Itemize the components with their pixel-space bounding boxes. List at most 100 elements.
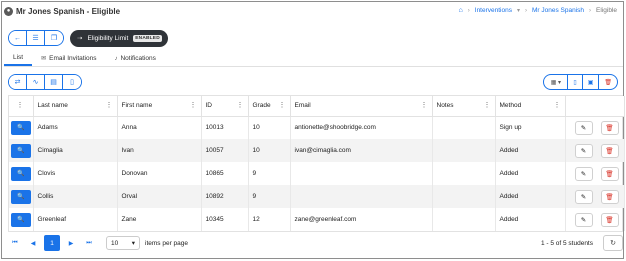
tab-label: Email Invitations	[49, 55, 97, 62]
cell-method: Added	[495, 185, 566, 208]
cell-notes	[432, 185, 496, 208]
column-header-email[interactable]: Email ⋮	[290, 96, 433, 117]
table-row: 🔍 Cimaglia Ivan 10057 10 ivan@cimaglia.c…	[9, 139, 625, 162]
kebab-icon[interactable]: ⋮	[279, 101, 286, 109]
kebab-icon[interactable]: ⋮	[106, 101, 113, 109]
copy-icon[interactable]: ❐	[45, 31, 63, 45]
record-count: 1 - 5 of 5 students	[540, 239, 593, 247]
primary-toolbar: ← ☰ ❐ ➝ Eligibility Limit ENABLED	[8, 29, 168, 47]
swap-icon[interactable]: ⇄	[9, 75, 27, 89]
column-header-first-name[interactable]: First name ⋮	[117, 96, 202, 117]
row-menu-header[interactable]: ⋮	[9, 96, 34, 117]
cell-id: 10345	[201, 208, 249, 231]
tab-label: List	[13, 54, 24, 61]
kebab-icon[interactable]: ⋮	[17, 101, 24, 109]
eligibility-label: Eligibility Limit	[87, 34, 129, 42]
page-size-select[interactable]: 10 ▾	[106, 236, 140, 250]
app-logo-icon: ●	[4, 6, 13, 16]
cell-first-name: Donovan	[117, 162, 202, 185]
cell-email: zane@greenleaf.com	[290, 208, 433, 231]
tab-list[interactable]: List	[4, 51, 33, 66]
pencil-icon[interactable]: ✎	[574, 166, 593, 181]
actions-header	[565, 96, 625, 117]
table-row: 🔍 Collis Orval 10892 9 Added ✎ 🗑	[9, 185, 625, 208]
trash-icon[interactable]: 🗑	[600, 166, 619, 181]
search-icon[interactable]: 🔍	[10, 212, 31, 227]
trash-icon[interactable]: 🗑	[600, 189, 619, 204]
column-header-id[interactable]: ID ⋮	[201, 96, 249, 117]
cell-first-name: Orval	[117, 185, 202, 208]
nav-button-group: ← ☰ ❐	[8, 30, 64, 46]
previous-page-icon[interactable]: ◀	[26, 236, 40, 250]
column-header-notes[interactable]: Notes ⋮	[432, 96, 496, 117]
cell-email	[290, 185, 433, 208]
column-header-method[interactable]: Method ⋮	[495, 96, 566, 117]
cell-grade: 10	[248, 116, 291, 139]
export-icon[interactable]: ▯	[568, 75, 583, 89]
pencil-icon[interactable]: ✎	[574, 143, 593, 158]
document-icon[interactable]: ▯	[63, 75, 81, 89]
breadcrumb: ⌂ › Interventions ▾ › Mr Jones Spanish ›…	[459, 7, 617, 14]
cell-last-name: Greenleaf	[33, 208, 118, 231]
search-icon[interactable]: 🔍	[10, 166, 31, 181]
students-grid: ⋮ Last name ⋮ First name ⋮ ID ⋮ Grade ⋮ Emai…	[8, 95, 625, 232]
breadcrumb-course[interactable]: Mr Jones Spanish	[532, 7, 584, 14]
cell-id: 10892	[201, 185, 249, 208]
tab-label: Notifications	[120, 55, 156, 62]
search-icon[interactable]: 🔍	[10, 120, 31, 135]
save-icon[interactable]: ▣	[583, 75, 600, 89]
status-badge: ENABLED	[133, 34, 162, 42]
first-page-icon[interactable]: ⏮	[8, 236, 22, 250]
home-icon[interactable]: ⌂	[459, 7, 463, 14]
cell-notes	[432, 139, 496, 162]
cell-id: 10057	[201, 139, 249, 162]
page-number-current[interactable]: 1	[44, 235, 60, 251]
chevron-down-icon[interactable]: ▾	[517, 7, 520, 14]
chevron-right-icon: ›	[525, 7, 527, 14]
cell-method: Added	[495, 139, 566, 162]
pencil-icon[interactable]: ✎	[574, 189, 593, 204]
kebab-icon[interactable]: ⋮	[190, 101, 197, 109]
pager: ⏮ ◀ 1 ▶ ⏭	[8, 235, 96, 251]
activity-icon[interactable]: ∿	[27, 75, 45, 89]
last-page-icon[interactable]: ⏭	[82, 236, 96, 250]
cell-notes	[432, 162, 496, 185]
kebab-icon[interactable]: ⋮	[237, 101, 244, 109]
trash-icon[interactable]: 🗑	[600, 143, 619, 158]
pencil-icon[interactable]: ✎	[574, 120, 593, 135]
id-card-icon[interactable]: ▤	[45, 75, 63, 89]
next-page-icon[interactable]: ▶	[64, 236, 78, 250]
list-icon[interactable]: ☰	[27, 31, 45, 45]
kebab-icon[interactable]: ⋮	[554, 101, 561, 109]
cell-method: Sign up	[495, 116, 566, 139]
view-options-dropdown[interactable]: ▦ ▾	[544, 75, 569, 89]
tab-notifications[interactable]: ♪ Notifications	[105, 51, 164, 66]
trash-icon[interactable]: 🗑	[599, 75, 617, 89]
cell-first-name: Ivan	[117, 139, 202, 162]
kebab-icon[interactable]: ⋮	[421, 101, 428, 109]
kebab-icon[interactable]: ⋮	[484, 101, 491, 109]
page-title: Mr Jones Spanish - Eligible	[16, 6, 121, 16]
trash-icon[interactable]: 🗑	[600, 120, 619, 135]
pencil-icon[interactable]: ✎	[574, 212, 593, 227]
breadcrumb-interventions[interactable]: Interventions	[475, 7, 512, 14]
cell-notes	[432, 208, 496, 231]
cell-notes	[432, 116, 496, 139]
column-header-last-name[interactable]: Last name ⋮	[33, 96, 118, 117]
pagination-bar: ⏮ ◀ 1 ▶ ⏭ 10 ▾ items per page 1 - 5 of 5…	[8, 232, 623, 254]
cell-grade: 10	[248, 139, 291, 162]
trash-icon[interactable]: 🗑	[600, 212, 619, 227]
breadcrumb-current: Eligible	[596, 7, 617, 14]
tab-email-invitations[interactable]: ✉ Email Invitations	[32, 51, 105, 66]
chevron-right-icon: ›	[589, 7, 592, 14]
back-icon[interactable]: ←	[9, 31, 27, 45]
page-size-label: items per page	[145, 239, 188, 247]
tab-bar: List ✉ Email Invitations ♪ Notifications	[4, 51, 623, 67]
search-icon[interactable]: 🔍	[10, 189, 31, 204]
column-header-grade[interactable]: Grade ⋮	[248, 96, 291, 117]
refresh-icon[interactable]: ↻	[603, 235, 623, 251]
search-icon[interactable]: 🔍	[10, 143, 31, 158]
cell-method: Added	[495, 162, 566, 185]
eligibility-limit-button[interactable]: ➝ Eligibility Limit ENABLED	[70, 29, 168, 47]
cell-email	[290, 162, 433, 185]
